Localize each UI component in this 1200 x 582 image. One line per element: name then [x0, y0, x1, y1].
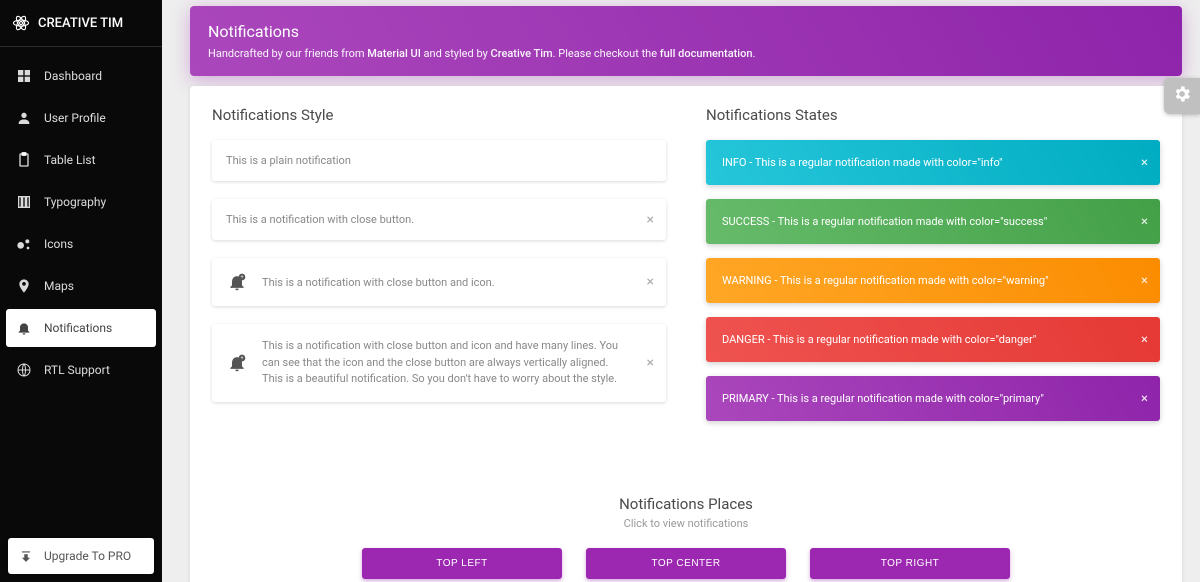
btn-top-right[interactable]: TOP RIGHT [810, 548, 1010, 579]
sidebar-item-rtl-support[interactable]: RTL Support [6, 351, 156, 389]
snack-text: This is a notification with close button… [226, 213, 414, 226]
alert-success: SUCCESS - This is a regular notification… [706, 199, 1160, 244]
sidebar-item-label: Typography [44, 195, 106, 209]
svg-text:+: + [241, 355, 244, 361]
link-creative-tim[interactable]: Creative Tim [491, 47, 553, 60]
sidebar-item-label: RTL Support [44, 363, 110, 377]
alert-primary: PRIMARY - This is a regular notification… [706, 376, 1160, 421]
btn-top-left[interactable]: TOP LEFT [362, 548, 562, 579]
content-card: Notifications Style This is a plain noti… [190, 86, 1182, 582]
sidebar-item-label: Icons [44, 237, 73, 251]
sidebar-item-table-list[interactable]: Table List [6, 141, 156, 179]
close-icon[interactable]: × [647, 274, 654, 290]
sidebar-item-label: User Profile [44, 111, 106, 125]
bell-icon [16, 320, 32, 336]
sidebar-item-label: Maps [44, 279, 74, 293]
snack-text: This is a plain notification [226, 154, 351, 167]
link-full-documentation[interactable]: full documentation [660, 47, 753, 60]
sidebar-item-maps[interactable]: Maps [6, 267, 156, 305]
main-content: Notifications Handcrafted by our friends… [162, 0, 1200, 582]
alert-text: PRIMARY - This is a regular notification… [722, 392, 1044, 405]
alert-text: INFO - This is a regular notification ma… [722, 156, 1003, 169]
brand-name: CREATIVE TIM [38, 16, 123, 31]
sidebar-nav: Dashboard User Profile Table List Typogr… [0, 47, 162, 530]
sidebar-item-notifications[interactable]: Notifications [6, 309, 156, 347]
person-icon [16, 110, 32, 126]
sidebar: CREATIVE TIM Dashboard User Profile Tabl… [0, 0, 162, 582]
snack-text: This is a notification with close button… [262, 276, 495, 289]
page-title: Notifications [208, 22, 1164, 41]
close-icon[interactable]: × [647, 355, 654, 371]
page-header-card: Notifications Handcrafted by our friends… [190, 6, 1182, 76]
snack-text: This is a notification with close button… [262, 338, 626, 388]
notifications-states-section: Notifications States INFO - This is a re… [706, 106, 1160, 435]
notification-add-icon: + [226, 353, 248, 373]
bubble-icon [16, 236, 32, 252]
sidebar-item-user-profile[interactable]: User Profile [6, 99, 156, 137]
notifications-places-section: Notifications Places Click to view notif… [212, 495, 1160, 582]
alert-text: DANGER - This is a regular notification … [722, 333, 1036, 346]
brand[interactable]: CREATIVE TIM [0, 0, 162, 47]
btn-top-center[interactable]: TOP CENTER [586, 548, 786, 579]
location-icon [16, 278, 32, 294]
notification-add-icon: + [226, 272, 248, 292]
close-icon[interactable]: × [1141, 214, 1148, 229]
language-icon [16, 362, 32, 378]
sidebar-item-icons[interactable]: Icons [6, 225, 156, 263]
close-icon[interactable]: × [1141, 155, 1148, 170]
alert-warning: WARNING - This is a regular notification… [706, 258, 1160, 303]
dashboard-icon [16, 68, 32, 84]
library-icon [16, 194, 32, 210]
gear-icon [1172, 84, 1192, 108]
page-subtitle: Handcrafted by our friends from Material… [208, 47, 1164, 60]
upgrade-label: Upgrade To PRO [44, 549, 131, 563]
svg-text:+: + [241, 275, 244, 281]
section-title-style: Notifications Style [212, 106, 666, 124]
close-icon[interactable]: × [647, 212, 654, 228]
alert-info: INFO - This is a regular notification ma… [706, 140, 1160, 185]
sidebar-item-typography[interactable]: Typography [6, 183, 156, 221]
close-icon[interactable]: × [1141, 332, 1148, 347]
alert-text: WARNING - This is a regular notification… [722, 274, 1049, 287]
sidebar-item-dashboard[interactable]: Dashboard [6, 57, 156, 95]
snack-multiline: + This is a notification with close butt… [212, 324, 666, 402]
alert-text: SUCCESS - This is a regular notification… [722, 215, 1047, 228]
sidebar-item-label: Dashboard [44, 69, 102, 83]
upgrade-pro-button[interactable]: Upgrade To PRO [8, 538, 154, 574]
sidebar-item-label: Notifications [44, 321, 112, 335]
snack-with-close-icon: + This is a notification with close butt… [212, 258, 666, 306]
section-subtitle-places: Click to view notifications [212, 517, 1160, 530]
alert-danger: DANGER - This is a regular notification … [706, 317, 1160, 362]
notifications-style-section: Notifications Style This is a plain noti… [212, 106, 666, 435]
settings-fab[interactable] [1164, 78, 1200, 114]
snack-plain: This is a plain notification [212, 140, 666, 181]
section-title-places: Notifications Places [212, 495, 1160, 513]
clipboard-icon [16, 152, 32, 168]
section-title-states: Notifications States [706, 106, 1160, 124]
brand-logo-icon [12, 14, 30, 32]
link-material-ui[interactable]: Material UI [367, 47, 421, 60]
download-icon [18, 548, 34, 564]
sidebar-item-label: Table List [44, 153, 96, 167]
close-icon[interactable]: × [1141, 391, 1148, 406]
snack-with-close: This is a notification with close button… [212, 199, 666, 240]
close-icon[interactable]: × [1141, 273, 1148, 288]
